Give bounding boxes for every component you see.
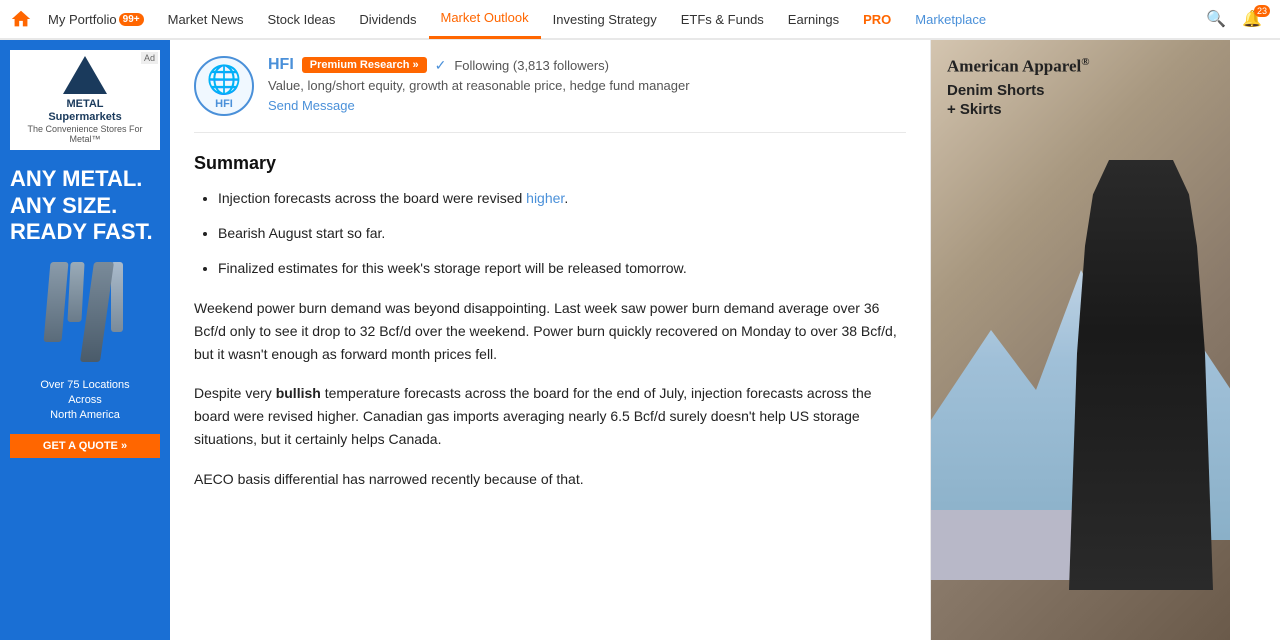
bullet-3: Finalized estimates for this week's stor…: [218, 258, 906, 279]
nav-item-etfs-funds[interactable]: ETFs & Funds: [669, 0, 776, 39]
nav-item-pro[interactable]: PRO: [851, 0, 903, 39]
author-abbreviation: HFI: [207, 98, 242, 110]
person-silhouette: [1061, 160, 1221, 590]
nav-item-earnings[interactable]: Earnings: [776, 0, 851, 39]
portfolio-badge: 99+: [119, 13, 144, 26]
following-text: Following (3,813 followers): [454, 58, 609, 73]
article-paragraph-3: AECO basis differential has narrowed rec…: [194, 468, 906, 491]
ad-cta-button[interactable]: GET A QUOTE »: [10, 434, 160, 458]
nav-item-portfolio[interactable]: My Portfolio 99+: [36, 0, 156, 39]
article-paragraph-2: Despite very bullish temperature forecas…: [194, 382, 906, 451]
main-content: 🌐 HFI HFI Premium Research » ✓ Following…: [170, 40, 930, 640]
metal-bar-3: [80, 262, 114, 362]
ad-brand-name: METAL Supermarkets: [20, 98, 150, 124]
article-body: Summary Injection forecasts across the b…: [194, 153, 906, 491]
ad-tagline: The Convenience Stores For Metal™: [20, 124, 150, 144]
ad-footer-text: Over 75 Locations Across North America: [40, 378, 129, 424]
author-ticker[interactable]: HFI: [268, 56, 294, 74]
left-advertisement: Ad METAL Supermarkets The Convenience St…: [0, 40, 170, 640]
search-icon: 🔍: [1206, 9, 1226, 29]
right-sidebar: American Apparel® Denim Shorts + Skirts: [930, 40, 1230, 640]
author-name-row: HFI Premium Research » ✓ Following (3,81…: [268, 56, 906, 74]
author-header: 🌐 HFI HFI Premium Research » ✓ Following…: [194, 56, 906, 133]
ad-logo-box: Ad METAL Supermarkets The Convenience St…: [10, 50, 160, 150]
bold-bullish: bullish: [276, 385, 321, 401]
metal-bar-2: [67, 262, 84, 322]
send-message-link[interactable]: Send Message: [268, 98, 355, 113]
nav-item-marketplace[interactable]: Marketplace: [903, 0, 998, 39]
nav-item-dividends[interactable]: Dividends: [347, 0, 428, 39]
nav-item-investing-strategy[interactable]: Investing Strategy: [541, 0, 669, 39]
site-logo[interactable]: [10, 8, 32, 30]
following-check-icon: ✓: [435, 57, 447, 74]
page-layout: Ad METAL Supermarkets The Convenience St…: [0, 40, 1280, 640]
notifications-button[interactable]: 🔔 23: [1234, 1, 1270, 37]
ad-logo-triangle: [63, 56, 107, 94]
bullet-1: Injection forecasts across the board wer…: [218, 188, 906, 209]
ad-label: Ad: [141, 52, 158, 64]
author-bio: Value, long/short equity, growth at reas…: [268, 78, 906, 93]
notification-badge: 23: [1254, 5, 1270, 17]
right-ad-brand: American Apparel®: [947, 56, 1089, 77]
premium-badge: Premium Research »: [302, 57, 427, 73]
right-ad-image: [931, 40, 1230, 640]
top-navigation: My Portfolio 99+ Market News Stock Ideas…: [0, 0, 1280, 40]
nav-item-market-news[interactable]: Market News: [156, 0, 256, 39]
nav-item-market-outlook[interactable]: Market Outlook: [429, 0, 541, 39]
right-ad-overlay-text: American Apparel® Denim Shorts + Skirts: [947, 56, 1089, 120]
bullet-2: Bearish August start so far.: [218, 223, 906, 244]
author-info: HFI Premium Research » ✓ Following (3,81…: [268, 56, 906, 113]
search-button[interactable]: 🔍: [1198, 1, 1234, 37]
ad-metal-image: [47, 262, 123, 362]
right-ad-product: Denim Shorts + Skirts: [947, 81, 1089, 120]
metal-bar-4: [111, 262, 123, 332]
higher-link[interactable]: higher: [526, 190, 564, 206]
nav-item-stock-ideas[interactable]: Stock Ideas: [255, 0, 347, 39]
metal-bar-1: [44, 262, 69, 342]
article-paragraph-1: Weekend power burn demand was beyond dis…: [194, 297, 906, 366]
summary-bullets-list: Injection forecasts across the board wer…: [194, 188, 906, 279]
summary-title: Summary: [194, 153, 906, 174]
right-advertisement: American Apparel® Denim Shorts + Skirts: [931, 40, 1230, 640]
ad-headline: ANY METAL. ANY SIZE. READY FAST.: [10, 166, 160, 245]
author-avatar: 🌐 HFI: [194, 56, 254, 116]
globe-icon: 🌐: [207, 63, 242, 96]
reg-symbol: ®: [1081, 56, 1089, 68]
nav-right-icons: 🔍 🔔 23: [1198, 1, 1270, 37]
